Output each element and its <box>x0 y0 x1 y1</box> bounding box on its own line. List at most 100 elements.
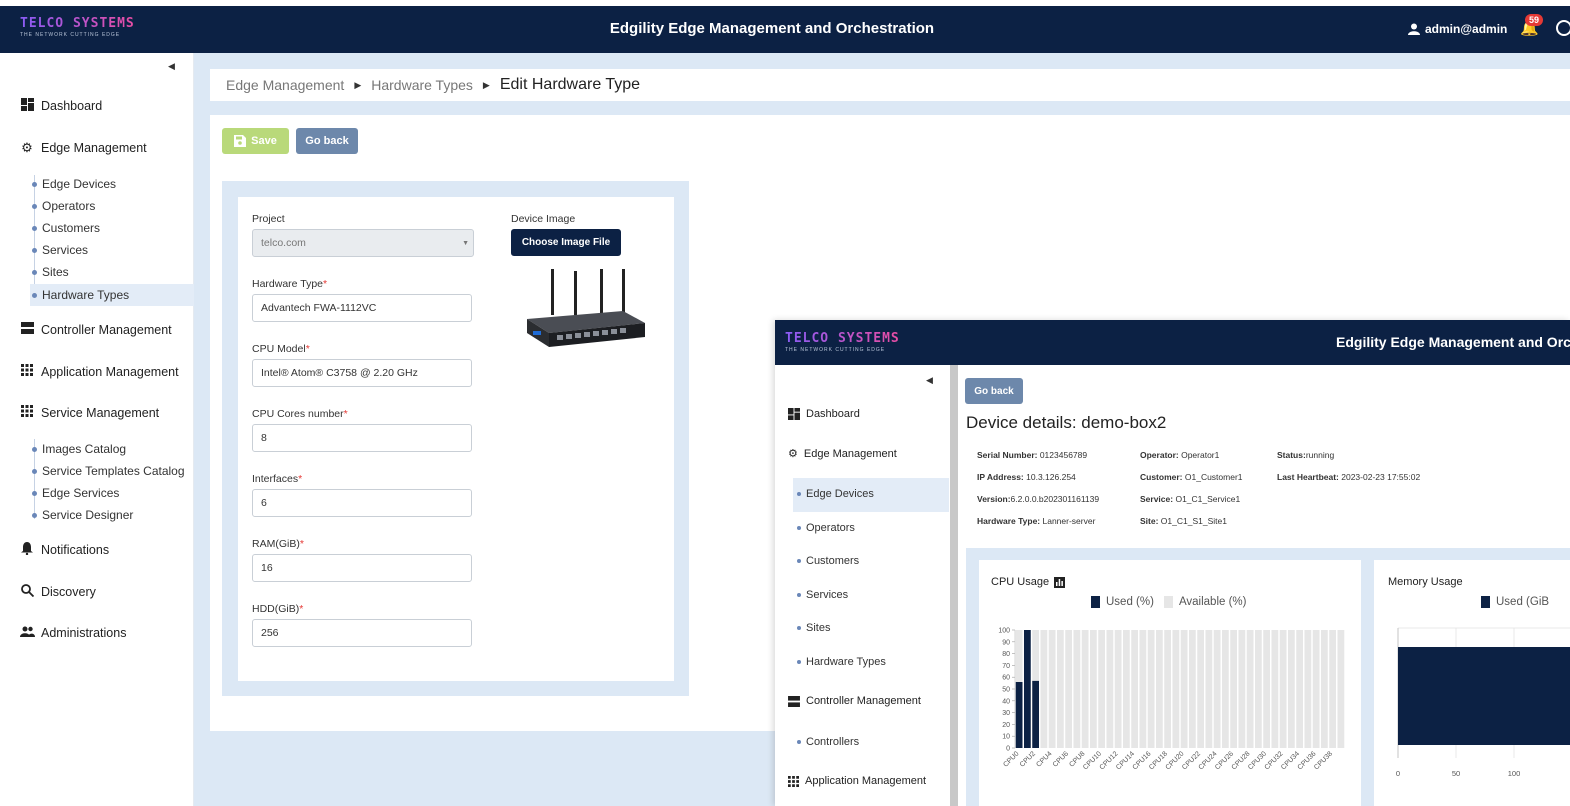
overlay-nav-label: Dashboard <box>806 408 860 420</box>
sidebar-scrollbar[interactable] <box>950 365 958 806</box>
overlay-nav-dashboard[interactable]: Dashboard <box>788 408 860 420</box>
sidebar-collapse-icon[interactable]: ◀ <box>168 61 175 72</box>
chevron-down-icon: ▼ <box>462 240 469 247</box>
sidebar-item-service-designer[interactable]: Service Designer <box>31 508 133 522</box>
memory-used-bar <box>1398 647 1570 745</box>
save-button[interactable]: Save <box>222 128 289 154</box>
y-tick-label: 50 <box>1002 687 1010 694</box>
interfaces-input[interactable]: 6 <box>252 489 472 517</box>
logo-text: TELCO SYSTEMS <box>785 331 900 346</box>
serial-number: Serial Number: 0123456789 <box>977 450 1088 460</box>
ram-input[interactable]: 16 <box>252 554 472 582</box>
sidebar-item-service-templates-catalog[interactable]: Service Templates Catalog <box>32 464 185 478</box>
cpu-available-bar <box>1312 630 1320 748</box>
app-title: Edgility Edge Management and Orchestrati… <box>609 20 935 37</box>
dashboard-icon <box>20 98 34 114</box>
overlay-nav-edge-management[interactable]: ⚙ Edge Management <box>788 447 897 461</box>
sidebar-item-sites[interactable]: Sites <box>32 265 69 279</box>
y-tick-label: 30 <box>1002 710 1010 717</box>
sidebar-item-images-catalog[interactable]: Images Catalog <box>31 442 126 456</box>
x-tick-label: 50 <box>1452 769 1460 778</box>
cpu-available-bar <box>1032 630 1040 681</box>
project-select[interactable]: telco.com ▼ <box>252 229 474 257</box>
breadcrumb-hardware-types[interactable]: Hardware Types <box>371 77 473 93</box>
cpu-available-bar <box>1287 630 1295 748</box>
cpu-used-bar <box>1015 681 1023 748</box>
cpu-usage-card: CPU Usage Used (%) Available (%) 0 10 20 30… <box>979 560 1361 806</box>
overlay-nav-label: Edge Management <box>803 447 897 460</box>
cpu-available-bar <box>1304 630 1312 748</box>
go-back-button[interactable]: Go back <box>296 128 358 154</box>
sidebar-item-operators[interactable]: Operators <box>31 199 95 213</box>
overlay-nav-operators[interactable]: Operators <box>797 522 855 534</box>
go-back-button[interactable]: Go back <box>965 378 1023 404</box>
sidebar-item-service-management[interactable]: Service Management <box>20 405 159 420</box>
bell-icon <box>20 542 34 558</box>
sidebar-item-customers[interactable]: Customers <box>31 221 100 235</box>
telco-logo[interactable]: TELCO SYSTEMS THE NETWORK CUTTING EDGE <box>785 331 900 353</box>
cpu-available-bar <box>1296 630 1304 748</box>
apps-grid-icon <box>20 405 34 420</box>
breadcrumb-edge-management[interactable]: Edge Management <box>226 77 344 93</box>
x-tick-label: 0 <box>1396 769 1400 778</box>
overlay-nav-sites[interactable]: Sites <box>796 622 830 634</box>
notifications-badge: 59 <box>1525 14 1544 26</box>
y-tick-label: 80 <box>1002 651 1010 658</box>
overlay-nav-controller-management[interactable]: Controller Management <box>788 695 921 707</box>
cpu-available-bar <box>1329 630 1337 748</box>
overlay-nav-application-management[interactable]: Application Management <box>788 775 926 787</box>
breadcrumb: Edge Management ▶ Hardware Types ▶ Edit … <box>210 69 1570 101</box>
project-label: Project <box>252 213 285 225</box>
project-value: telco.com <box>261 237 306 249</box>
cpu-used-bar <box>1032 680 1040 748</box>
sidebar-item-services[interactable]: Services <box>31 243 88 257</box>
logout-icon[interactable] <box>1556 20 1570 36</box>
hdd-input[interactable]: 256 <box>252 619 472 647</box>
device-image <box>527 269 645 347</box>
x-tick-label: CPU6 <box>1052 750 1070 768</box>
device-image-label: Device Image <box>511 213 576 225</box>
memory-usage-card: Memory Usage Used (GiB 0 50 100 <box>1374 560 1570 806</box>
submenu-line <box>34 175 35 295</box>
sidebar-item-controller-management[interactable]: Controller Management <box>20 322 172 337</box>
y-tick-label: 70 <box>1002 663 1010 670</box>
sidebar-item-edge-management[interactable]: ⚙ Edge Management <box>20 140 146 156</box>
device-title: Device details: demo-box2 <box>966 413 1167 432</box>
interfaces-label: Interfaces* <box>252 473 303 485</box>
sidebar-item-hardware-types[interactable]: Hardware Types <box>31 288 129 302</box>
overlay-nav-services[interactable]: Services <box>796 589 848 601</box>
sidebar-item-notifications[interactable]: Notifications <box>20 542 109 558</box>
cpu-model-input[interactable]: Intel® Atom® C3758 @ 2.20 GHz <box>252 359 472 387</box>
memory-usage-chart: 0 50 100 <box>1396 627 1570 778</box>
sidebar-item-edge-devices[interactable]: Edge Devices <box>31 177 116 191</box>
sidebar-section-label: Controller Management <box>41 322 172 337</box>
sidebar-section-label: Application Management <box>41 364 179 379</box>
cpu-available-bar <box>1098 630 1106 748</box>
sidebar-item-dashboard[interactable]: Dashboard <box>20 98 102 114</box>
charts-area: CPU Usage Used (%) Available (%) 0 10 20 30… <box>966 548 1570 806</box>
cpu-cores-input[interactable]: 8 <box>252 424 472 452</box>
cpu-available-bar <box>1320 630 1328 748</box>
sidebar-collapse-icon[interactable]: ◀ <box>926 375 933 386</box>
hardware-type-label: Hardware Type* <box>252 278 328 290</box>
gear-icon: ⚙ <box>788 448 798 460</box>
user-icon <box>1408 23 1420 35</box>
sidebar-item-discovery[interactable]: Discovery <box>20 584 96 600</box>
overlay-nav-customers[interactable]: Customers <box>796 555 859 567</box>
sidebar-item-administrations[interactable]: Administrations <box>20 625 126 640</box>
x-tick-label: CPU0 <box>1002 750 1020 768</box>
choose-image-file-button[interactable]: Choose Image File <box>511 229 621 256</box>
user-menu[interactable]: admin@admin <box>1408 22 1507 36</box>
sidebar-item-application-management[interactable]: Application Management <box>20 364 179 379</box>
overlay-nav-controllers[interactable]: Controllers <box>796 736 859 748</box>
logo-tagline: THE NETWORK CUTTING EDGE <box>785 347 886 353</box>
overlay-nav-edge-devices[interactable]: Edge Devices <box>797 488 874 500</box>
hardware-type-input[interactable]: Advantech FWA-1112VC <box>252 294 472 322</box>
cpu-available-bar <box>1089 630 1097 748</box>
y-tick-label: 40 <box>1002 698 1010 705</box>
overlay-nav-hardware-types[interactable]: Hardware Types <box>797 656 886 668</box>
y-tick-label: 100 <box>998 628 1010 635</box>
cpu-available-bar <box>1155 630 1163 748</box>
sidebar-item-edge-services[interactable]: Edge Services <box>31 486 119 500</box>
x-tick-label: 100 <box>1508 769 1521 778</box>
